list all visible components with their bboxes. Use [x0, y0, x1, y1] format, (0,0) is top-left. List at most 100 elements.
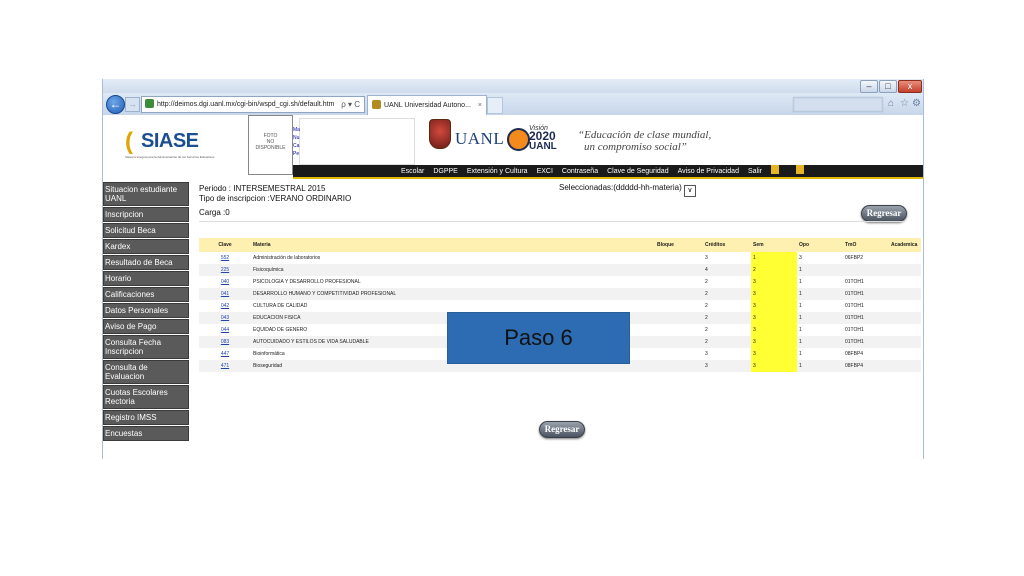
- tmo-cell: [843, 264, 889, 276]
- academica-cell: [889, 360, 921, 372]
- academica-cell: [889, 300, 921, 312]
- tmo-cell: 01TOH1: [845, 327, 864, 333]
- print-icon[interactable]: [770, 165, 779, 174]
- side-item-resultado-beca[interactable]: Resultado de Beca: [103, 255, 189, 270]
- academica-cell: [889, 324, 921, 336]
- info-label: Nu: [293, 135, 300, 141]
- materia-cell: Administración de laboratorios: [253, 255, 321, 261]
- navigation-bar: ← → http://deimos.dgi.uanl.mx/cgi-bin/ws…: [103, 93, 923, 115]
- regresar-button-top[interactable]: Regresar: [861, 205, 907, 222]
- menu-aviso-privacidad[interactable]: Aviso de Privacidad: [678, 168, 739, 175]
- menu-exci[interactable]: EXCI: [537, 168, 553, 175]
- tmo-cell: 01TOH1: [843, 312, 889, 324]
- menu-escolar[interactable]: Escolar: [401, 168, 424, 175]
- side-item-registro-imss[interactable]: Registro IMSS: [103, 410, 189, 425]
- periodo-label: Periodo : INTERSEMESTRAL 2015: [199, 184, 326, 193]
- bloque-cell: [655, 336, 703, 348]
- clave-link[interactable]: 552: [199, 252, 251, 264]
- side-item-aviso-pago[interactable]: Aviso de Pago: [103, 319, 189, 334]
- step-overlay-label: Paso 6: [447, 312, 630, 364]
- menu-salir[interactable]: Salir: [748, 168, 762, 175]
- clave-link[interactable]: 447: [199, 348, 251, 360]
- close-window-button[interactable]: x: [898, 80, 922, 93]
- divider: [199, 221, 905, 222]
- creditos-cell: 2: [703, 336, 751, 348]
- site-icon: [145, 99, 154, 108]
- clave-link[interactable]: 225: [199, 264, 251, 276]
- opo-cell: 1: [797, 288, 843, 300]
- address-controls[interactable]: ρ ▾ C: [341, 97, 360, 112]
- tab-title: UANL Universidad Autono...: [384, 102, 471, 109]
- vision-2020-logo: Visión 2020 UANL: [507, 125, 563, 157]
- side-item-horario[interactable]: Horario: [103, 271, 189, 286]
- regresar-button-bottom[interactable]: Regresar: [539, 421, 585, 438]
- menu-clave-seguridad[interactable]: Clave de Seguridad: [607, 168, 669, 175]
- back-button[interactable]: ←: [106, 95, 125, 114]
- student-info-box: [299, 118, 415, 165]
- clave-link[interactable]: 083: [199, 336, 251, 348]
- tmo-cell: 01TOH1: [845, 303, 864, 309]
- student-photo: FOTO NO DISPONIBLE: [248, 115, 293, 175]
- opo-cell: 1: [799, 303, 802, 309]
- opo-cell: 1: [797, 360, 843, 372]
- forward-button[interactable]: →: [125, 97, 140, 112]
- menu-dgppe[interactable]: DGPPE: [433, 168, 458, 175]
- side-item-encuestas[interactable]: Encuestas: [103, 426, 189, 441]
- seleccionadas-dropdown[interactable]: ∨: [683, 185, 696, 197]
- clave-link[interactable]: 044: [199, 324, 251, 336]
- academica-cell: [889, 264, 921, 276]
- clave-link[interactable]: 040: [199, 276, 251, 288]
- address-bar[interactable]: http://deimos.dgi.uanl.mx/cgi-bin/wspd_c…: [141, 96, 365, 113]
- col-opo: Opo: [797, 238, 843, 252]
- col-materia: Materia: [251, 238, 655, 252]
- bloque-cell: [655, 324, 703, 336]
- menu-contrasena[interactable]: Contraseña: [562, 168, 598, 175]
- bloque-cell: [655, 276, 703, 288]
- academica-cell: [889, 288, 921, 300]
- clave-link[interactable]: 041: [199, 288, 251, 300]
- side-item-kardex[interactable]: Kardex: [103, 239, 189, 254]
- side-item-solicitud-beca[interactable]: Solicitud Beca: [103, 223, 189, 238]
- creditos-cell: 2: [703, 312, 751, 324]
- sem-cell: 3: [751, 360, 797, 372]
- help-icon[interactable]: [795, 165, 804, 174]
- uanl-crest-icon: [429, 119, 451, 149]
- bloque-cell: [655, 264, 703, 276]
- search-box[interactable]: [793, 97, 883, 112]
- maximize-button[interactable]: □: [879, 80, 897, 93]
- menu-extension-cultura[interactable]: Extensión y Cultura: [467, 168, 528, 175]
- browser-tab[interactable]: UANL Universidad Autono... ×: [367, 95, 487, 115]
- sem-cell: 3: [751, 300, 797, 312]
- creditos-cell: 2: [703, 288, 751, 300]
- opo-cell: 1: [797, 264, 843, 276]
- side-item-consulta-fecha[interactable]: Consulta Fecha Inscripcion: [103, 335, 189, 359]
- side-item-situacion[interactable]: Situacion estudiante UANL: [103, 182, 189, 206]
- sem-cell: 3: [751, 324, 797, 336]
- side-item-cuotas-escolares[interactable]: Cuotas Escolares Rectoria: [103, 385, 189, 409]
- motto: “Educación de clase mundial, un compromi…: [578, 129, 711, 153]
- bloque-cell: [655, 348, 703, 360]
- table-row: 552 Administración de laboratorios 3 1 3 06FB…: [199, 252, 921, 264]
- star-icon[interactable]: ☆: [900, 98, 909, 109]
- new-tab-button[interactable]: [487, 97, 503, 114]
- siase-logo: ( SIASE Sistema Integral para la Adminis…: [125, 125, 214, 163]
- creditos-cell: 3: [703, 360, 751, 372]
- clave-link[interactable]: 471: [199, 360, 251, 372]
- tab-close-icon[interactable]: ×: [478, 96, 482, 115]
- home-icon[interactable]: ⌂: [888, 98, 894, 109]
- bloque-cell: [655, 288, 703, 300]
- academica-cell: [889, 252, 921, 264]
- side-item-datos-personales[interactable]: Datos Personales: [103, 303, 189, 318]
- side-item-inscripcion[interactable]: Inscripcion: [103, 207, 189, 222]
- minimize-button[interactable]: –: [860, 80, 878, 93]
- clave-link[interactable]: 042: [199, 300, 251, 312]
- side-item-consulta-evaluacion[interactable]: Consulta de Evaluacion: [103, 360, 189, 384]
- sem-cell: 3: [751, 288, 797, 300]
- clave-link[interactable]: 043: [199, 312, 251, 324]
- gear-icon[interactable]: ⚙: [912, 98, 921, 109]
- materia-cell: CULTURA DE CALIDAD: [253, 303, 308, 309]
- motto-line-2: un compromiso social”: [584, 141, 687, 153]
- side-item-calificaciones[interactable]: Calificaciones: [103, 287, 189, 302]
- tmo-cell: 06FBP2: [845, 255, 864, 261]
- uanl-wordmark: UANL: [455, 129, 505, 148]
